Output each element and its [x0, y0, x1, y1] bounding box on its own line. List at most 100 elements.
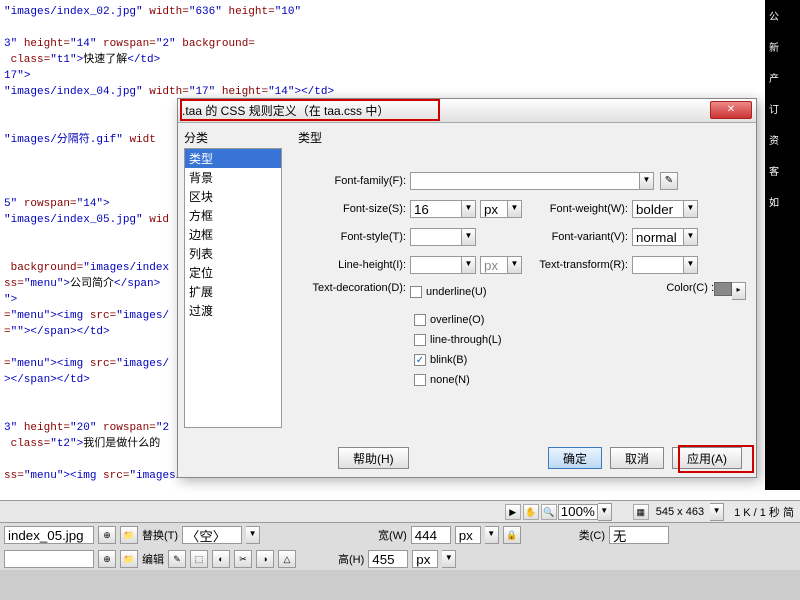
underline-checkbox[interactable]: [410, 286, 422, 298]
zoom-icon[interactable]: 🔍: [541, 504, 557, 520]
dropdown-icon[interactable]: ▼: [462, 256, 476, 274]
dropdown-icon[interactable]: ▼: [684, 228, 698, 246]
width-input[interactable]: [411, 526, 451, 544]
pointer-icon[interactable]: ▶: [505, 504, 521, 520]
edit-tool-icon[interactable]: ◐: [212, 550, 230, 568]
category-label: 分类: [184, 129, 282, 146]
text-transform-input[interactable]: [632, 256, 684, 274]
lock-icon[interactable]: 🔒: [503, 526, 521, 544]
type-label: 类型: [298, 129, 746, 146]
cancel-button[interactable]: 取消: [610, 447, 664, 469]
line-height-label: Line-height(I):: [298, 259, 410, 271]
dropdown-icon[interactable]: ▼: [640, 172, 654, 190]
none-checkbox[interactable]: [414, 374, 426, 386]
ok-button[interactable]: 确定: [548, 447, 602, 469]
font-variant-input[interactable]: [632, 228, 684, 246]
font-family-label: Font-family(F):: [298, 175, 410, 187]
dropdown-icon[interactable]: ▼: [508, 256, 522, 274]
hand-icon[interactable]: ✋: [523, 504, 539, 520]
dimensions-text: 545 x 463: [656, 506, 704, 518]
help-button[interactable]: 帮助(H): [338, 447, 409, 469]
edit-tool-icon[interactable]: ✎: [168, 550, 186, 568]
class-label: 类(C): [579, 527, 605, 543]
font-size-unit[interactable]: [480, 200, 508, 218]
preview-panel: 公新产订资客如: [765, 0, 800, 490]
line-height-input[interactable]: [410, 256, 462, 274]
font-style-label: Font-style(T):: [298, 231, 410, 243]
category-item[interactable]: 区块: [185, 187, 281, 206]
edit-label: 编辑: [142, 551, 164, 567]
text-decoration-label: Text-decoration(D):: [298, 282, 410, 294]
font-weight-input[interactable]: [632, 200, 684, 218]
height-label: 高(H): [338, 551, 364, 567]
dropdown-icon[interactable]: ▼: [246, 526, 260, 544]
ruler-icon[interactable]: ▦: [633, 504, 649, 520]
dropdown-icon[interactable]: ▼: [508, 200, 522, 218]
folder-icon[interactable]: 📁: [120, 526, 138, 544]
blink-checkbox[interactable]: ✓: [414, 354, 426, 366]
apply-button[interactable]: 应用(A): [672, 447, 742, 469]
link-input[interactable]: [4, 550, 94, 568]
font-size-label: Font-size(S):: [298, 203, 410, 215]
replace-input[interactable]: [182, 526, 242, 544]
width-label: 宽(W): [378, 527, 407, 543]
status-bar: ▶ ✋ 🔍 ▼ ▦ 545 x 463 ▼ 1 K / 1 秒 简: [0, 500, 800, 522]
category-item[interactable]: 背景: [185, 168, 281, 187]
width-unit[interactable]: [455, 526, 481, 544]
file-input[interactable]: [4, 526, 94, 544]
height-unit[interactable]: [412, 550, 438, 568]
font-variant-label: Font-variant(V):: [522, 231, 632, 243]
edit-tool-icon[interactable]: △: [278, 550, 296, 568]
dropdown-icon[interactable]: ▼: [598, 503, 612, 521]
category-item[interactable]: 扩展: [185, 282, 281, 301]
blink-label: blink(B): [430, 354, 467, 366]
overline-label: overline(O): [430, 314, 484, 326]
edit-tool-icon[interactable]: ◑: [256, 550, 274, 568]
text-transform-label: Text-transform(R):: [522, 259, 632, 271]
none-label: none(N): [430, 374, 470, 386]
dropdown-icon[interactable]: ▼: [462, 228, 476, 246]
dropdown-icon[interactable]: ▼: [442, 550, 456, 568]
edit-tool-icon[interactable]: ✂: [234, 550, 252, 568]
category-item[interactable]: 定位: [185, 263, 281, 282]
class-input[interactable]: [609, 526, 669, 544]
linethrough-checkbox[interactable]: [414, 334, 426, 346]
font-weight-label: Font-weight(W):: [522, 203, 632, 215]
edit-tool-icon[interactable]: ⬚: [190, 550, 208, 568]
dropdown-icon[interactable]: ▼: [485, 526, 499, 544]
line-height-unit[interactable]: [480, 256, 508, 274]
color-swatch[interactable]: [714, 282, 732, 296]
font-size-input[interactable]: [410, 200, 462, 218]
category-list[interactable]: 类型背景区块方框边框列表定位扩展过渡: [184, 148, 282, 428]
replace-label: 替换(T): [142, 527, 178, 543]
category-item[interactable]: 方框: [185, 206, 281, 225]
dropdown-icon[interactable]: ▼: [462, 200, 476, 218]
close-button[interactable]: ✕: [710, 101, 752, 119]
linethrough-label: line-through(L): [430, 334, 502, 346]
css-rule-dialog: .taa 的 CSS 规则定义（在 taa.css 中） ✕ 分类 类型背景区块…: [177, 98, 757, 478]
link-icon[interactable]: ⊕: [98, 526, 116, 544]
color-label: Color(C) :: [666, 282, 714, 294]
folder-icon[interactable]: 📁: [120, 550, 138, 568]
font-family-input[interactable]: [410, 172, 640, 190]
bottom-spacer: [0, 570, 800, 600]
dropdown-icon[interactable]: ▼: [684, 256, 698, 274]
dialog-titlebar[interactable]: .taa 的 CSS 规则定义（在 taa.css 中） ✕: [178, 99, 756, 123]
category-item[interactable]: 边框: [185, 225, 281, 244]
timing-text: 1 K / 1 秒 简: [734, 504, 794, 520]
category-item[interactable]: 过渡: [185, 301, 281, 320]
zoom-input[interactable]: [558, 504, 598, 520]
underline-label: underline(U): [426, 286, 487, 298]
dropdown-icon[interactable]: ▼: [710, 503, 724, 521]
overline-checkbox[interactable]: [414, 314, 426, 326]
pencil-icon[interactable]: ✎: [660, 172, 678, 190]
link-icon[interactable]: ⊕: [98, 550, 116, 568]
dialog-title: .taa 的 CSS 规则定义（在 taa.css 中）: [182, 102, 389, 119]
properties-panel: ⊕ 📁 替换(T) ▼ 宽(W) ▼ 🔒 类(C) ⊕ 📁 编辑 ✎ ⬚ ◐ ✂…: [0, 522, 800, 570]
dropdown-icon[interactable]: ▸: [732, 282, 746, 300]
font-style-input[interactable]: [410, 228, 462, 246]
dropdown-icon[interactable]: ▼: [684, 200, 698, 218]
height-input[interactable]: [368, 550, 408, 568]
category-item[interactable]: 类型: [185, 149, 281, 168]
category-item[interactable]: 列表: [185, 244, 281, 263]
